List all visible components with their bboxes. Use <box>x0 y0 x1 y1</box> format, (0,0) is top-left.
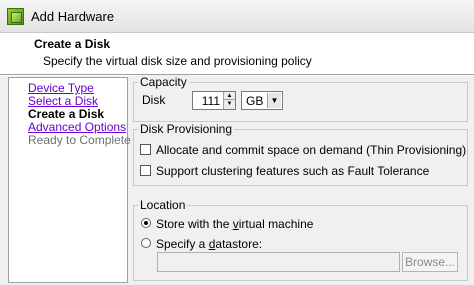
nav-step-ready-to-complete: Ready to Complete <box>28 133 131 147</box>
thin-provisioning-checkbox[interactable] <box>140 144 151 155</box>
store-with-vm-radio[interactable] <box>141 218 151 228</box>
browse-button[interactable]: Browse... <box>402 252 458 272</box>
location-group-label: Location <box>138 198 188 212</box>
specify-datastore-label[interactable]: Specify a datastore: <box>156 237 262 251</box>
vm-hardware-icon <box>7 8 24 25</box>
stepper-up-icon[interactable]: ▲ <box>223 92 235 100</box>
disk-size-value[interactable]: 111 <box>202 94 220 108</box>
disk-unit-value[interactable]: GB <box>246 94 263 108</box>
wizard-step-nav: Device Type Select a Disk Create a Disk … <box>8 77 131 283</box>
page-title: Create a Disk <box>34 37 111 51</box>
thin-provisioning-label[interactable]: Allocate and commit space on demand (Thi… <box>156 143 466 157</box>
stepper-down-icon[interactable]: ▼ <box>223 100 235 109</box>
nav-step-select-disk[interactable]: Select a Disk <box>28 94 98 108</box>
store-with-vm-label[interactable]: Store with the virtual machine <box>156 217 313 231</box>
title-bar: Add Hardware <box>0 0 474 33</box>
provisioning-group-label: Disk Provisioning <box>138 122 235 136</box>
capacity-group-label: Capacity <box>138 75 189 89</box>
disk-unit-select[interactable]: GB ▼ <box>241 91 283 110</box>
window-title: Add Hardware <box>31 9 115 24</box>
chevron-down-icon[interactable]: ▼ <box>267 93 281 108</box>
wizard-header: Create a Disk Specify the virtual disk s… <box>0 33 474 75</box>
datastore-path-field[interactable] <box>157 252 400 272</box>
disk-size-stepper[interactable]: 111 ▲ ▼ <box>192 91 236 110</box>
nav-step-device-type[interactable]: Device Type <box>28 81 94 95</box>
nav-step-advanced-options[interactable]: Advanced Options <box>28 120 126 134</box>
fault-tolerance-checkbox[interactable] <box>140 165 151 176</box>
nav-step-create-disk: Create a Disk <box>28 107 105 121</box>
disk-size-label: Disk <box>142 93 166 107</box>
fault-tolerance-label[interactable]: Support clustering features such as Faul… <box>156 164 429 178</box>
specify-datastore-radio[interactable] <box>141 238 151 248</box>
page-subtitle: Specify the virtual disk size and provis… <box>43 54 312 68</box>
